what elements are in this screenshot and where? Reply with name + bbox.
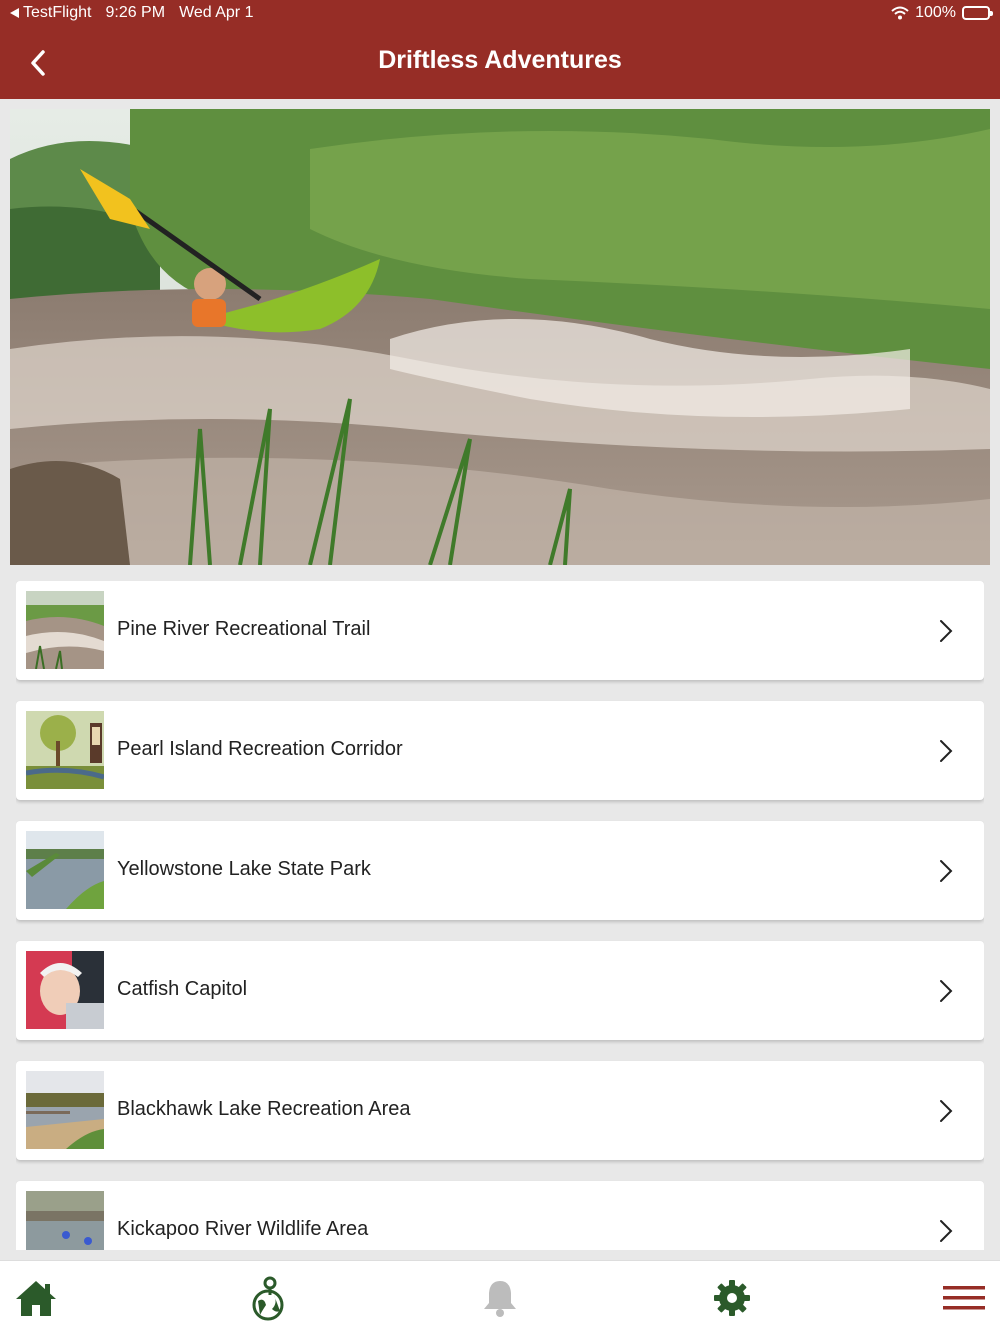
wifi-icon bbox=[891, 6, 909, 20]
list-item-label: Blackhawk Lake Recreation Area bbox=[117, 1098, 411, 1120]
list-item-thumbnail bbox=[26, 591, 104, 669]
tab-bar bbox=[0, 1260, 1000, 1334]
chevron-right-icon bbox=[940, 1100, 953, 1122]
list-item-thumbnail bbox=[26, 951, 104, 1029]
list-item[interactable]: Pine River Recreational Trail bbox=[16, 581, 984, 680]
list-item[interactable]: Catfish Capitol bbox=[16, 941, 984, 1040]
tab-home[interactable] bbox=[12, 1273, 60, 1323]
list-item-label: Catfish Capitol bbox=[117, 978, 248, 1000]
page-title: Driftless Adventures bbox=[378, 46, 622, 74]
list-item[interactable]: Pearl Island Recreation Corridor bbox=[16, 701, 984, 800]
status-right: 100% bbox=[891, 4, 993, 22]
back-triangle-icon bbox=[10, 8, 19, 18]
gear-icon bbox=[714, 1280, 750, 1316]
back-app-label: TestFlight bbox=[23, 4, 92, 21]
chevron-right-icon bbox=[940, 860, 953, 882]
list-item-thumbnail bbox=[26, 831, 104, 909]
app-header: TestFlight 9:26 PM Wed Apr 1 100% Driftl… bbox=[0, 0, 1000, 99]
back-to-app[interactable]: TestFlight bbox=[10, 4, 91, 22]
globe-pin-icon bbox=[252, 1276, 284, 1321]
bell-icon bbox=[484, 1281, 516, 1317]
home-icon bbox=[16, 1281, 56, 1316]
list-item-label: Yellowstone Lake State Park bbox=[117, 858, 371, 880]
chevron-right-icon bbox=[940, 980, 953, 1002]
list-item[interactable]: Blackhawk Lake Recreation Area bbox=[16, 1061, 984, 1160]
list-item-thumbnail bbox=[26, 1071, 104, 1149]
adventure-list: Pine River Recreational Trail Pearl Isla… bbox=[16, 581, 984, 1250]
status-left: TestFlight 9:26 PM Wed Apr 1 bbox=[10, 4, 253, 22]
status-bar: TestFlight 9:26 PM Wed Apr 1 100% bbox=[0, 0, 1000, 26]
list-item-thumbnail bbox=[26, 1191, 104, 1250]
chevron-right-icon bbox=[940, 740, 953, 762]
tab-notifications[interactable] bbox=[476, 1273, 524, 1323]
list-item-label: Pearl Island Recreation Corridor bbox=[117, 738, 403, 760]
list-item[interactable]: Yellowstone Lake State Park bbox=[16, 821, 984, 920]
list-item-label: Kickapoo River Wildlife Area bbox=[117, 1218, 369, 1240]
battery-percent: 100% bbox=[915, 4, 956, 21]
chevron-right-icon bbox=[940, 1220, 953, 1242]
list-item-thumbnail bbox=[26, 711, 104, 789]
tab-menu[interactable] bbox=[940, 1273, 988, 1323]
menu-icon bbox=[943, 1286, 985, 1310]
status-time: 9:26 PM bbox=[105, 4, 166, 21]
tab-settings[interactable] bbox=[708, 1273, 756, 1323]
list-item[interactable]: Kickapoo River Wildlife Area bbox=[16, 1181, 984, 1250]
battery-icon bbox=[962, 6, 993, 20]
tab-explore[interactable] bbox=[244, 1273, 292, 1323]
chevron-right-icon bbox=[940, 620, 953, 642]
list-item-label: Pine River Recreational Trail bbox=[117, 618, 371, 640]
status-date: Wed Apr 1 bbox=[179, 4, 254, 21]
hero-image bbox=[10, 109, 990, 565]
